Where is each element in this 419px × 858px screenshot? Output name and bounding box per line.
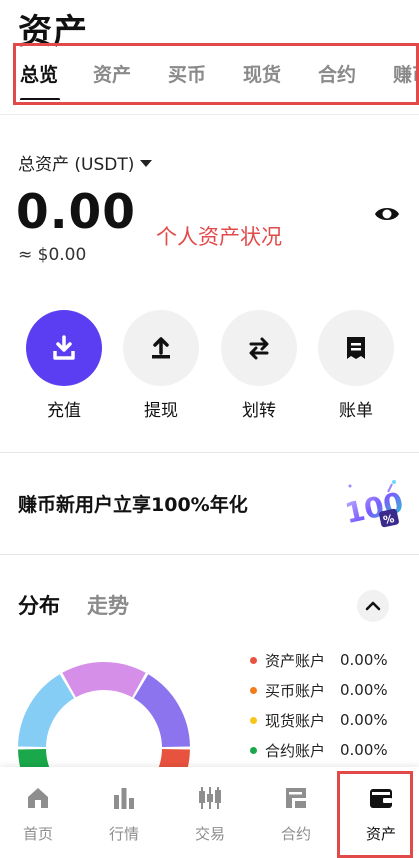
transfer-button[interactable]: 划转 <box>221 310 297 421</box>
deposit-label: 充值 <box>47 401 81 421</box>
nav-home-label: 首页 <box>22 825 53 843</box>
total-assets-usd: ≈ $0.00 <box>18 245 87 265</box>
transfer-label: 划转 <box>242 401 276 421</box>
bill-button[interactable]: 账单 <box>318 310 394 421</box>
total-assets-label: 总资产 (USDT) <box>18 155 135 175</box>
market-icon <box>114 788 134 809</box>
promo-100-percent-icon[interactable]: 100 % <box>336 472 406 536</box>
legend-row-buy-account: 买币账户 0.00% <box>250 675 388 705</box>
distribution-donut-chart <box>16 660 192 780</box>
eye-icon[interactable] <box>373 200 401 228</box>
legend-dot <box>250 656 257 664</box>
nav-highlight-box <box>337 771 413 858</box>
nav-trade[interactable]: 交易 <box>180 783 240 844</box>
legend-row-spot-account: 现货账户 0.00% <box>250 705 388 735</box>
deposit-button[interactable]: 充值 <box>26 310 102 421</box>
tabs-highlight-box <box>13 43 419 105</box>
legend-value: 0.00% <box>340 681 388 699</box>
bill-label: 账单 <box>339 401 373 421</box>
caret-down-icon <box>140 159 153 167</box>
nav-trade-label: 交易 <box>194 825 225 843</box>
divider <box>0 554 419 555</box>
promo-banner-text[interactable]: 赚币新用户立享100%年化 <box>18 490 248 517</box>
legend-value: 0.00% <box>340 711 388 729</box>
total-assets-selector[interactable]: 总资产 (USDT) <box>18 150 153 175</box>
collapse-button[interactable] <box>357 590 389 622</box>
legend-dot <box>250 686 257 694</box>
legend-row-asset-account: 资产账户 0.00% <box>250 645 388 675</box>
legend-value: 0.00% <box>340 741 388 759</box>
quick-actions: 充值 提现 划转 账单 <box>0 310 419 430</box>
legend-name: 资产账户 <box>265 651 326 670</box>
chevron-up-icon <box>365 601 381 611</box>
divider <box>0 114 419 115</box>
tab-distribution[interactable]: 分布 <box>18 590 60 620</box>
legend-dot <box>250 746 257 754</box>
nav-futures-label: 合约 <box>280 825 311 843</box>
legend-row-futures-account: 合约账户 0.00% <box>250 735 388 765</box>
nav-home[interactable]: 首页 <box>8 783 68 844</box>
legend-name: 买币账户 <box>265 681 326 700</box>
transfer-icon <box>249 337 269 360</box>
nav-market[interactable]: 行情 <box>94 783 154 844</box>
divider <box>0 452 419 453</box>
tab-trend[interactable]: 走势 <box>87 590 129 620</box>
withdraw-label: 提现 <box>144 401 178 421</box>
legend-value: 0.00% <box>340 651 388 669</box>
contract-icon <box>286 788 306 808</box>
total-assets-value: 0.00 <box>16 185 136 240</box>
withdraw-button[interactable]: 提现 <box>123 310 199 421</box>
legend-name: 合约账户 <box>265 741 326 760</box>
donut-segment <box>62 662 146 698</box>
legend-dot <box>250 716 257 724</box>
donut-segment <box>18 674 75 748</box>
nav-market-label: 行情 <box>108 825 139 843</box>
nav-futures[interactable]: 合约 <box>266 783 326 844</box>
legend-name: 现货账户 <box>265 711 326 730</box>
deposit-icon <box>53 335 75 360</box>
home-icon <box>28 788 48 808</box>
bill-icon <box>347 337 365 359</box>
annotation-label: 个人资产状况 <box>156 225 282 249</box>
trade-icon <box>199 787 221 809</box>
donut-segment <box>133 674 190 748</box>
withdraw-icon <box>152 337 170 359</box>
distribution-legend: 资产账户 0.00% 买币账户 0.00% 现货账户 0.00% 合约账户 0.… <box>250 645 388 765</box>
